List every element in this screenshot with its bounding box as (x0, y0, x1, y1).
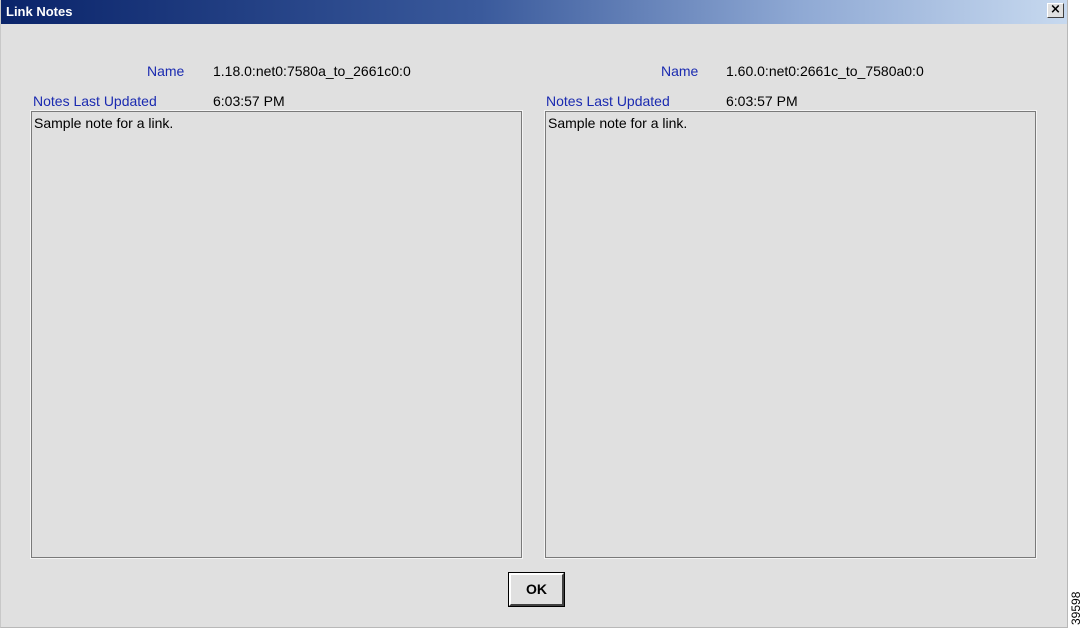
left-updated-value: 6:03:57 PM (213, 93, 285, 109)
left-name-label: Name (147, 63, 185, 79)
left-name-value: 1.18.0:net0:7580a_to_2661c0:0 (213, 63, 411, 79)
left-updated-label: Notes Last Updated (33, 93, 157, 109)
link-notes-dialog: Link Notes × Name 1.18.0:net0:7580a_to_2… (0, 0, 1068, 628)
right-name-value: 1.60.0:net0:2661c_to_7580a0:0 (726, 63, 924, 79)
left-notes-textarea[interactable]: Sample note for a link. (30, 110, 523, 559)
right-name-label: Name (661, 63, 699, 79)
close-button[interactable]: × (1047, 3, 1064, 18)
right-updated-label: Notes Last Updated (546, 93, 670, 109)
right-updated-value: 6:03:57 PM (726, 93, 798, 109)
title-bar[interactable]: Link Notes × (1, 0, 1067, 24)
figure-id: 39598 (1069, 591, 1083, 625)
close-icon: × (1050, 2, 1061, 17)
right-notes-textarea[interactable]: Sample note for a link. (544, 110, 1037, 559)
ok-button[interactable]: OK (508, 572, 565, 607)
window-title: Link Notes (6, 4, 73, 19)
